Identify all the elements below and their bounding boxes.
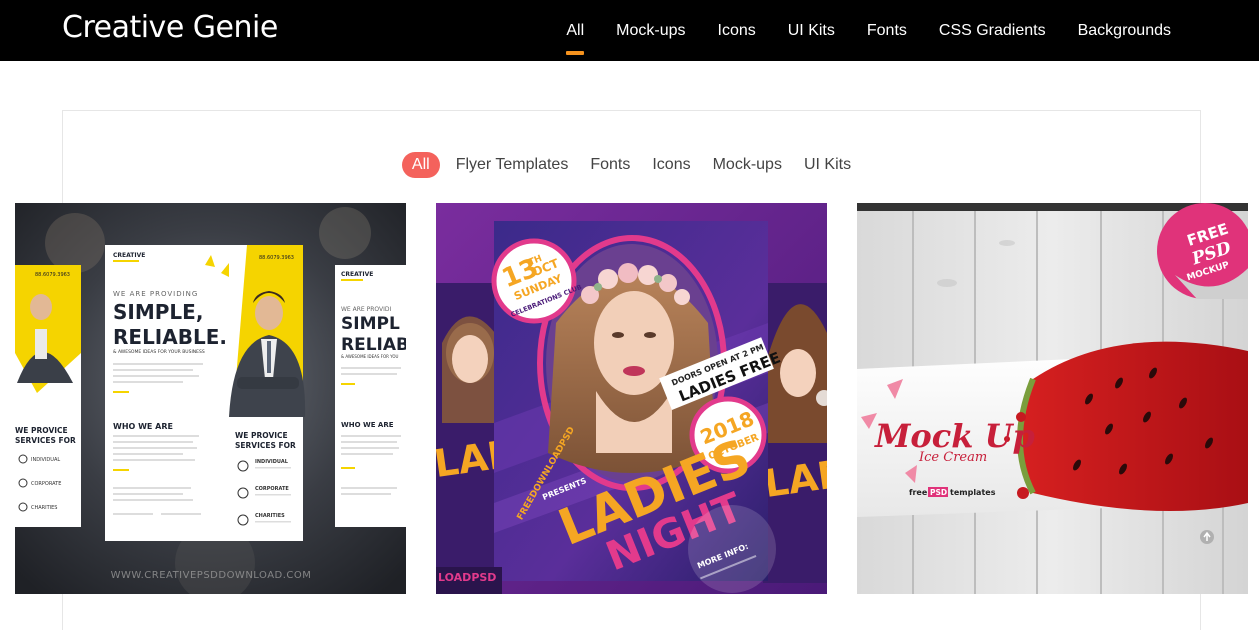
svg-text:free: free bbox=[909, 488, 928, 497]
svg-text:CHARITIES: CHARITIES bbox=[255, 513, 285, 519]
ladies-night-thumbnail: LADIES LADIES 13 TH OCT S bbox=[436, 203, 827, 594]
svg-text:SIMPL: SIMPL bbox=[341, 314, 400, 334]
card-ice-cream-mockup[interactable]: Mock Up Ice Cream free PSD templates FRE… bbox=[857, 203, 1248, 594]
svg-text:88.6079.3963: 88.6079.3963 bbox=[35, 272, 70, 278]
svg-text:WE ARE PROVIDING: WE ARE PROVIDING bbox=[113, 290, 198, 298]
ice-cream-package: Mock Up Ice Cream free PSD templates bbox=[857, 341, 1248, 517]
svg-text:& AWESOME IDEAS FOR YOUR BUSIN: & AWESOME IDEAS FOR YOUR BUSINESS bbox=[113, 349, 205, 355]
corporate-flyer-thumbnail: 88.6079.3963 WE PROVICE SERVICES FOR IND… bbox=[15, 203, 406, 594]
nav-all[interactable]: All bbox=[550, 0, 600, 61]
top-navbar: Creative Genie All Mock-ups Icons UI Kit… bbox=[0, 0, 1259, 61]
svg-text:CORPORATE: CORPORATE bbox=[255, 486, 289, 492]
watermark-text: WWW.CREATIVEPSDDOWNLOAD.COM bbox=[111, 570, 312, 581]
svg-text:PSD: PSD bbox=[930, 488, 947, 497]
main-nav: All Mock-ups Icons UI Kits Fonts CSS Gra… bbox=[550, 0, 1187, 61]
svg-text:SERVICES FOR: SERVICES FOR bbox=[235, 441, 296, 450]
filter-fonts[interactable]: Fonts bbox=[584, 152, 636, 178]
filter-bar: All Flyer Templates Fonts Icons Mock-ups… bbox=[0, 152, 1259, 178]
card-corporate-flyer[interactable]: 88.6079.3963 WE PROVICE SERVICES FOR IND… bbox=[15, 203, 406, 594]
svg-text:& AWESOME IDEAS FOR YOU: & AWESOME IDEAS FOR YOU bbox=[341, 354, 399, 359]
svg-text:CHARITIES: CHARITIES bbox=[31, 505, 57, 511]
nav-ui-kits[interactable]: UI Kits bbox=[772, 0, 851, 61]
filter-flyer-templates[interactable]: Flyer Templates bbox=[450, 152, 575, 178]
filter-icons[interactable]: Icons bbox=[646, 152, 696, 178]
nav-backgrounds[interactable]: Backgrounds bbox=[1062, 0, 1187, 61]
svg-text:88.6079.3963: 88.6079.3963 bbox=[259, 255, 294, 261]
svg-text:WE PROVICE: WE PROVICE bbox=[15, 426, 68, 435]
svg-text:RELIABLE.: RELIABLE. bbox=[113, 325, 227, 349]
svg-text:RELIAB: RELIAB bbox=[341, 335, 406, 355]
card-ladies-night-flyer[interactable]: LADIES LADIES 13 TH OCT S bbox=[436, 203, 827, 594]
svg-text:WE PROVICE: WE PROVICE bbox=[235, 431, 288, 440]
side-brand: LOADPSD bbox=[438, 571, 496, 584]
filter-all[interactable]: All bbox=[401, 152, 440, 178]
nav-css-gradients[interactable]: CSS Gradients bbox=[923, 0, 1062, 61]
svg-text:CORPORATE: CORPORATE bbox=[31, 481, 61, 487]
filter-ui-kits[interactable]: UI Kits bbox=[798, 152, 857, 178]
svg-text:templates: templates bbox=[950, 488, 996, 497]
svg-text:SIMPLE,: SIMPLE, bbox=[113, 300, 203, 324]
svg-text:INDIVIDUAL: INDIVIDUAL bbox=[255, 459, 289, 465]
ice-cream-mockup-thumbnail: Mock Up Ice Cream free PSD templates FRE… bbox=[857, 203, 1248, 594]
nav-fonts[interactable]: Fonts bbox=[851, 0, 923, 61]
svg-text:CREATIVE: CREATIVE bbox=[341, 271, 373, 278]
svg-text:WHO WE ARE: WHO WE ARE bbox=[113, 422, 173, 431]
svg-text:SERVICES FOR: SERVICES FOR bbox=[15, 436, 76, 445]
mockup-subtitle: Ice Cream bbox=[918, 450, 987, 465]
filter-mockups[interactable]: Mock-ups bbox=[707, 152, 788, 178]
svg-text:CREATIVE: CREATIVE bbox=[113, 252, 145, 259]
right-flyer: CREATIVE WE ARE PROVIDI SIMPL RELIAB & A… bbox=[335, 265, 406, 527]
nav-mockups[interactable]: Mock-ups bbox=[600, 0, 701, 61]
center-flyer: CREATIVE 88.6079.3963 WE ARE PROVIDING S… bbox=[105, 245, 306, 541]
svg-text:WE ARE PROVIDI: WE ARE PROVIDI bbox=[341, 306, 392, 313]
svg-text:INDIVIDUAL: INDIVIDUAL bbox=[31, 457, 60, 463]
nav-icons[interactable]: Icons bbox=[702, 0, 772, 61]
left-flyer: 88.6079.3963 WE PROVICE SERVICES FOR IND… bbox=[15, 265, 81, 527]
svg-text:WHO WE ARE: WHO WE ARE bbox=[341, 421, 394, 429]
brand-logo[interactable]: Creative Genie bbox=[62, 10, 278, 45]
